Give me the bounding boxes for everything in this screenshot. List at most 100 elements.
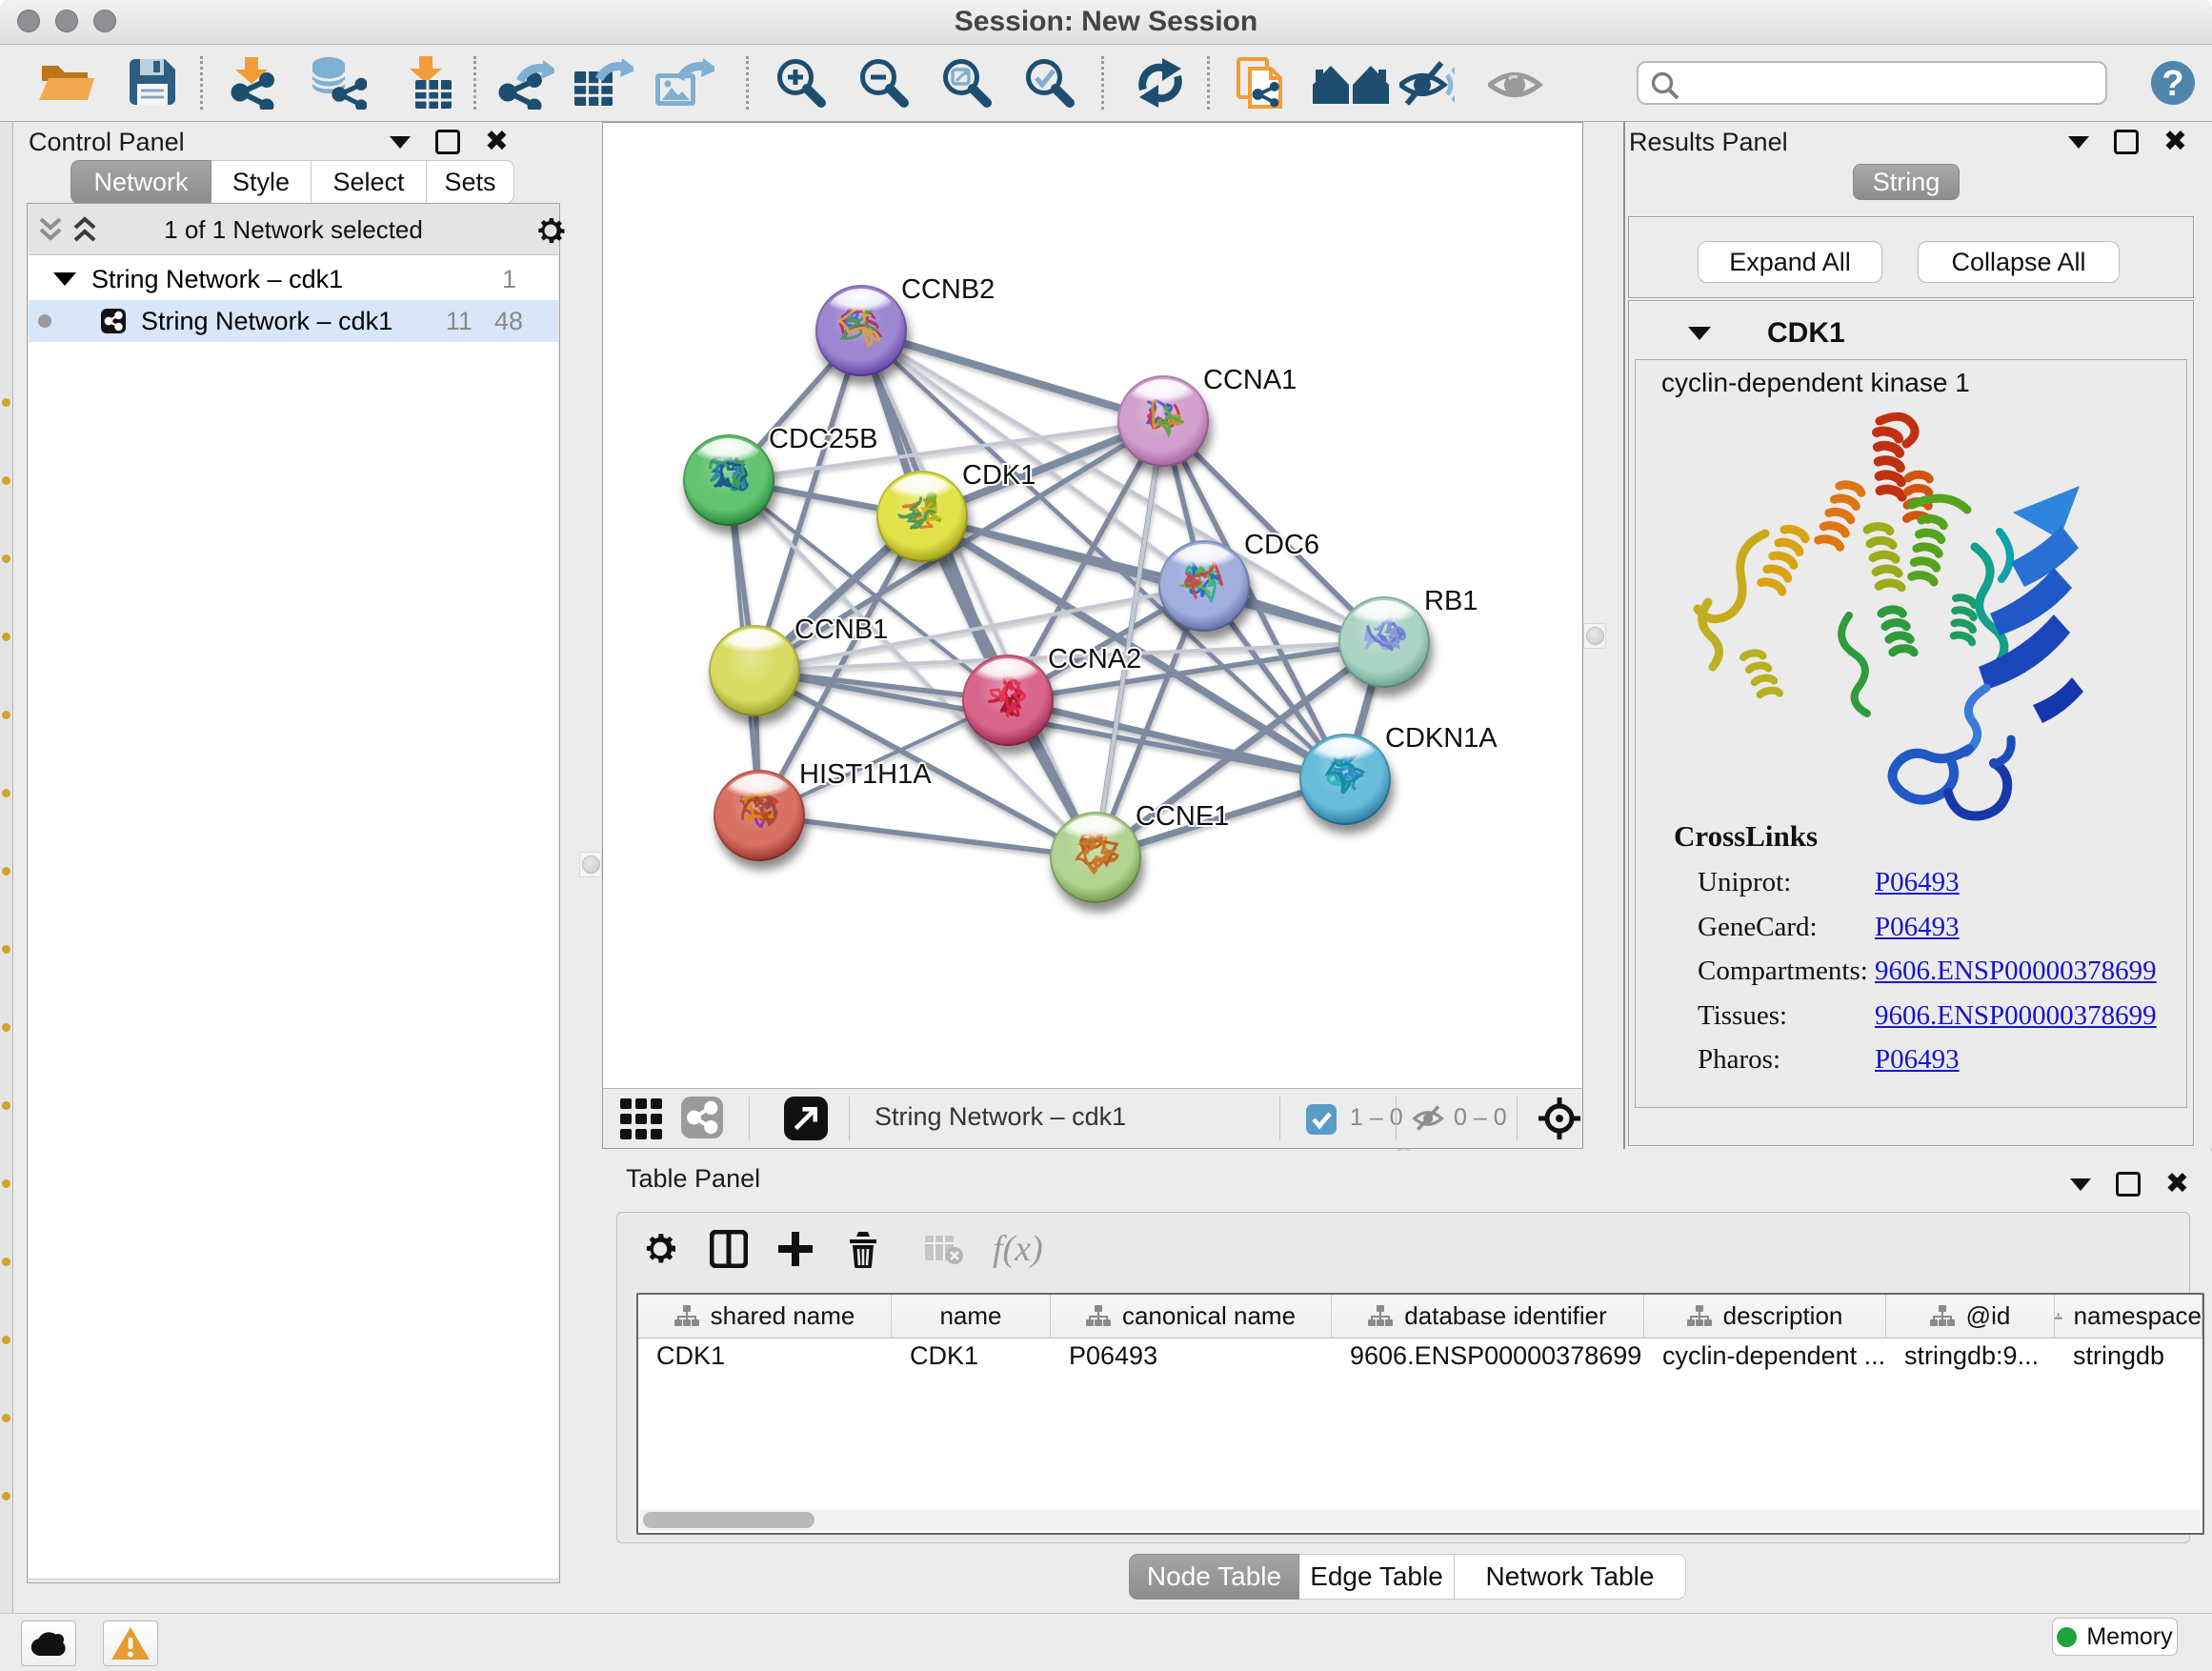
- panel-menu-icon[interactable]: [2068, 136, 2089, 149]
- column-header-namespace[interactable]: namespace: [2055, 1295, 2202, 1339]
- import-network-database-button[interactable]: [308, 45, 367, 121]
- import-network-file-button[interactable]: [226, 45, 281, 121]
- tab-network[interactable]: Network: [70, 160, 211, 204]
- gene-expand-icon[interactable]: [1688, 327, 1711, 340]
- crosslink-pharos[interactable]: P06493: [1875, 1044, 1960, 1076]
- column-header-description[interactable]: description: [1644, 1295, 1886, 1339]
- network-view[interactable]: CCNB2 CCNA1 CDC25B CDK1 CDC6 RB1 CCNB1: [602, 122, 1583, 1149]
- tab-edge-table[interactable]: Edge Table: [1299, 1554, 1455, 1600]
- splitter-knob: [582, 856, 600, 874]
- network-name: String Network – cdk1: [141, 307, 392, 336]
- grip-dot: [2, 1179, 10, 1188]
- warnings-button[interactable]: [103, 1621, 158, 1666]
- add-column-icon: [776, 1230, 814, 1268]
- network-selection-header: 1 of 1 Network selected: [29, 205, 558, 255]
- tab-select[interactable]: Select: [312, 160, 427, 204]
- crosslink-label: Pharos:: [1698, 1044, 1780, 1076]
- import-table-file-button[interactable]: [398, 45, 455, 121]
- search-box[interactable]: [1637, 61, 2107, 105]
- save-session-button[interactable]: [127, 45, 178, 121]
- open-file-button[interactable]: [38, 45, 95, 121]
- crosslink-genecard[interactable]: P06493: [1875, 912, 1960, 943]
- network-row-selected[interactable]: String Network – cdk1 11 48: [29, 300, 558, 342]
- column-header-shared-name[interactable]: shared name: [638, 1295, 892, 1339]
- statusbar-separator: [1396, 1097, 1397, 1140]
- zoom-out-button[interactable]: [857, 45, 911, 121]
- birdseye-grid-icon[interactable]: [619, 1097, 665, 1142]
- tab-sets[interactable]: Sets: [427, 160, 514, 204]
- table-hscrollbar[interactable]: [640, 1510, 2201, 1531]
- panel-float-icon[interactable]: [2116, 1172, 2141, 1197]
- node-CDKN1A[interactable]: CDKN1A: [1299, 723, 1498, 825]
- expand-all-button[interactable]: Expand All: [1698, 241, 1882, 283]
- left-splitter-handle[interactable]: [579, 852, 602, 877]
- node-label-CCNA2: CCNA2: [1048, 644, 1141, 674]
- crosslink-uniprot[interactable]: P06493: [1875, 867, 1960, 898]
- node-CCNE1[interactable]: CCNE1: [1050, 801, 1229, 903]
- first-neighbors-button[interactable]: [1311, 45, 1391, 121]
- cloud-button[interactable]: [21, 1621, 76, 1666]
- status-bar: Memory: [0, 1613, 2212, 1671]
- zoom-fit-button[interactable]: [940, 45, 994, 121]
- zoom-in-button[interactable]: [774, 45, 828, 121]
- panel-menu-icon[interactable]: [2070, 1178, 2091, 1191]
- column-header-database-identifier[interactable]: database identifier: [1332, 1295, 1644, 1339]
- tab-network-table[interactable]: Network Table: [1455, 1554, 1686, 1600]
- table-settings-gear-button[interactable]: [641, 1230, 679, 1273]
- export-network-button[interactable]: [497, 45, 554, 121]
- panel-close-icon[interactable]: ✖: [485, 132, 509, 151]
- collection-expand-icon[interactable]: [53, 272, 76, 286]
- show-all-button[interactable]: [1488, 45, 1543, 121]
- network-options-gear-icon[interactable]: [533, 213, 568, 248]
- edge-HIST1H1A-CCNE1[interactable]: [759, 815, 1096, 857]
- node-label-CDK1: CDK1: [962, 460, 1036, 491]
- panel-close-icon[interactable]: ✖: [2163, 132, 2187, 151]
- hide-selected-button[interactable]: [1399, 45, 1455, 121]
- toolbar-separator: [746, 56, 749, 110]
- panel-close-icon[interactable]: ✖: [2165, 1175, 2189, 1194]
- right-splitter-handle[interactable]: [1583, 623, 1606, 649]
- function-builder-button[interactable]: f(x): [991, 1230, 1057, 1273]
- network-collection-row[interactable]: String Network – cdk1 1: [29, 258, 558, 300]
- node-label-CDC6: CDC6: [1244, 530, 1319, 560]
- column-header-name[interactable]: name: [892, 1295, 1051, 1339]
- tab-string[interactable]: String: [1853, 164, 1960, 200]
- crosslink-compartments[interactable]: 9606.ENSP00000378699: [1875, 956, 2157, 987]
- export-image-button[interactable]: [654, 45, 714, 121]
- node-HIST1H1A[interactable]: HIST1H1A: [714, 759, 932, 861]
- zoom-selected-button[interactable]: [1023, 45, 1076, 121]
- help-button[interactable]: ?: [2150, 45, 2196, 121]
- apply-layout-button[interactable]: [1132, 45, 1189, 121]
- edge-CCNB2-CCNA1[interactable]: [861, 331, 1163, 421]
- panel-float-icon[interactable]: [435, 130, 460, 154]
- search-icon: [1650, 70, 1680, 101]
- delete-table-button[interactable]: [923, 1230, 965, 1273]
- memory-button[interactable]: Memory: [2052, 1618, 2178, 1656]
- tab-style[interactable]: Style: [211, 160, 312, 204]
- panel-float-icon[interactable]: [2114, 130, 2139, 154]
- export-view-icon[interactable]: [784, 1097, 828, 1140]
- node-table[interactable]: shared namename canonical name database …: [636, 1293, 2204, 1535]
- clone-network-button[interactable]: [1234, 45, 1287, 121]
- memory-status-dot: [2057, 1627, 2077, 1647]
- selected-nodes-icon: [1305, 1103, 1337, 1136]
- fit-selected-crosshair-icon[interactable]: [1538, 1097, 1581, 1140]
- hscrollbar-thumb[interactable]: [643, 1512, 814, 1528]
- node-RB1[interactable]: RB1: [1338, 586, 1478, 688]
- toolbar-separator: [473, 56, 476, 110]
- crosslink-tissues[interactable]: 9606.ENSP00000378699: [1875, 1000, 2157, 1032]
- collapse-all-button[interactable]: Collapse All: [1918, 241, 2120, 283]
- tab-node-table[interactable]: Node Table: [1129, 1554, 1299, 1600]
- column-header-@id[interactable]: @id: [1886, 1295, 2055, 1339]
- network-canvas[interactable]: CCNB2 CCNA1 CDC25B CDK1 CDC6 RB1 CCNB1: [603, 123, 1582, 1089]
- cloud-icon: [30, 1630, 68, 1657]
- node-CCNA1[interactable]: CCNA1: [1117, 365, 1297, 467]
- delete-column-button[interactable]: [844, 1230, 882, 1273]
- column-header-canonical-name[interactable]: canonical name: [1051, 1295, 1332, 1339]
- network-share-icon[interactable]: [681, 1097, 723, 1138]
- panel-menu-icon[interactable]: [390, 136, 411, 149]
- add-column-button[interactable]: [776, 1230, 814, 1273]
- split-columns-button[interactable]: [710, 1230, 748, 1273]
- search-input[interactable]: [1690, 65, 2094, 103]
- export-table-button[interactable]: [573, 45, 633, 121]
